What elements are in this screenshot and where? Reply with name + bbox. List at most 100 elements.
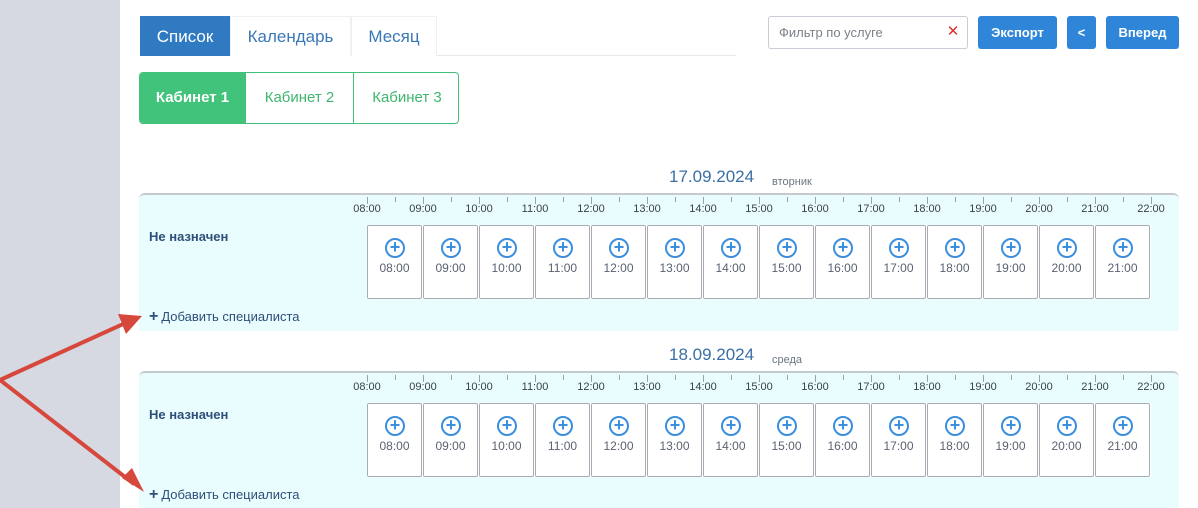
ruler-tick	[619, 375, 620, 380]
time-slot[interactable]: +12:00	[591, 225, 646, 299]
time-slot[interactable]: +14:00	[703, 225, 758, 299]
ruler-hour-label: 12:00	[577, 381, 605, 393]
time-slot[interactable]: +19:00	[983, 403, 1038, 477]
slot-time: 11:00	[547, 439, 578, 453]
service-filter-input[interactable]	[769, 17, 945, 48]
add-specialist-button[interactable]: + Добавить специалиста	[149, 486, 300, 504]
slot-time: 10:00	[491, 439, 522, 453]
slots-row: +08:00 +09:00 +10:00 +11:00 +12:00 +13:00 +14:…	[367, 225, 1151, 299]
ruler-hour-label: 08:00	[353, 381, 381, 393]
slot-time: 17:00	[883, 261, 914, 275]
plus-circle-icon: +	[553, 238, 573, 258]
slot-time: 21:00	[1107, 439, 1138, 453]
time-slot[interactable]: +16:00	[815, 225, 870, 299]
plus-circle-icon: +	[1001, 238, 1021, 258]
slot-time: 13:00	[659, 439, 690, 453]
tab-month[interactable]: Месяц	[351, 16, 437, 56]
time-slot[interactable]: +18:00	[927, 403, 982, 477]
slot-time: 16:00	[827, 261, 858, 275]
plus-circle-icon: +	[1113, 416, 1133, 436]
time-slot[interactable]: +17:00	[871, 225, 926, 299]
ruler-hour-label: 18:00	[913, 203, 941, 215]
time-slot[interactable]: +15:00	[759, 225, 814, 299]
next-button[interactable]: Вперед	[1106, 16, 1179, 49]
time-slot[interactable]: +18:00	[927, 225, 982, 299]
ruler-hour-label: 09:00	[409, 381, 437, 393]
plus-circle-icon: +	[609, 238, 629, 258]
export-button[interactable]: Экспорт	[978, 16, 1057, 49]
slot-time: 18:00	[939, 261, 970, 275]
time-slot[interactable]: +21:00	[1095, 403, 1150, 477]
ruler-tick	[451, 375, 452, 380]
plus-circle-icon: +	[721, 238, 741, 258]
time-slot[interactable]: +10:00	[479, 403, 534, 477]
tab-cabinet-2[interactable]: Кабинет 2	[246, 73, 354, 123]
time-ruler: 08:00 09:00 10:00 11:00 12:00 13:00 14:00 15:00…	[139, 373, 1179, 397]
time-slot[interactable]: +20:00	[1039, 403, 1094, 477]
ruler-tick	[731, 197, 732, 202]
tab-cabinet-3[interactable]: Кабинет 3	[354, 73, 458, 123]
time-slot[interactable]: +16:00	[815, 403, 870, 477]
day-weekday: среда	[772, 354, 803, 366]
day-panel: 08:00 09:00 10:00 11:00 12:00 13:00 14:00 15:00…	[139, 371, 1179, 508]
slot-time: 17:00	[883, 439, 914, 453]
ruler-tick	[1067, 197, 1068, 202]
ruler-tick	[787, 197, 788, 202]
time-slot[interactable]: +08:00	[367, 225, 422, 299]
time-slot[interactable]: +20:00	[1039, 225, 1094, 299]
ruler-tick	[1067, 375, 1068, 380]
time-ruler: 08:00 09:00 10:00 11:00 12:00 13:00 14:00 15:00…	[139, 195, 1179, 219]
ruler-hour-label: 16:00	[801, 203, 829, 215]
slot-time: 13:00	[659, 261, 690, 275]
ruler-tick	[563, 197, 564, 202]
ruler-tick	[1011, 375, 1012, 380]
plus-circle-icon: +	[721, 416, 741, 436]
plus-circle-icon: +	[777, 416, 797, 436]
time-slot[interactable]: +09:00	[423, 225, 478, 299]
cabinet-tabs: Кабинет 1 Кабинет 2 Кабинет 3	[139, 72, 459, 124]
plus-circle-icon: +	[1057, 416, 1077, 436]
prev-button[interactable]: <	[1067, 16, 1096, 49]
ruler-hour-label: 14:00	[689, 203, 717, 215]
slot-time: 09:00	[435, 261, 466, 275]
time-slot[interactable]: +17:00	[871, 403, 926, 477]
tab-list[interactable]: Список	[140, 16, 230, 56]
add-specialist-button[interactable]: + Добавить специалиста	[149, 308, 300, 326]
ruler-tick	[843, 375, 844, 380]
time-slot[interactable]: +12:00	[591, 403, 646, 477]
ruler-hour-label: 22:00	[1137, 203, 1165, 215]
plus-circle-icon: +	[777, 238, 797, 258]
ruler-hour-label: 16:00	[801, 381, 829, 393]
schedule-page: Список Календарь Месяц ✕ Экспорт < Впере…	[0, 0, 1198, 508]
time-slot[interactable]: +11:00	[535, 403, 590, 477]
time-slot[interactable]: +11:00	[535, 225, 590, 299]
ruler-hour-label: 17:00	[857, 381, 885, 393]
plus-icon: +	[149, 486, 159, 503]
time-slot[interactable]: +08:00	[367, 403, 422, 477]
ruler-hour-label: 20:00	[1025, 381, 1053, 393]
time-slot[interactable]: +13:00	[647, 225, 702, 299]
slot-time: 11:00	[547, 261, 578, 275]
plus-circle-icon: +	[1001, 416, 1021, 436]
time-slot[interactable]: +14:00	[703, 403, 758, 477]
time-slot[interactable]: +10:00	[479, 225, 534, 299]
plus-circle-icon: +	[889, 416, 909, 436]
ruler-hour-label: 18:00	[913, 381, 941, 393]
time-slot[interactable]: +09:00	[423, 403, 478, 477]
slot-time: 15:00	[771, 439, 802, 453]
close-icon[interactable]: ✕	[945, 23, 961, 41]
plus-circle-icon: +	[385, 238, 405, 258]
plus-circle-icon: +	[609, 416, 629, 436]
plus-circle-icon: +	[1057, 238, 1077, 258]
left-gutter	[0, 0, 120, 508]
tab-calendar[interactable]: Календарь	[230, 16, 351, 56]
time-slot[interactable]: +15:00	[759, 403, 814, 477]
slots-row: +08:00 +09:00 +10:00 +11:00 +12:00 +13:00 +14:…	[367, 403, 1151, 477]
ruler-tick	[1011, 197, 1012, 202]
time-slot[interactable]: +21:00	[1095, 225, 1150, 299]
time-slot[interactable]: +19:00	[983, 225, 1038, 299]
view-tabs: Список Календарь Месяц	[140, 16, 736, 56]
ruler-hour-label: 09:00	[409, 203, 437, 215]
tab-cabinet-1[interactable]: Кабинет 1	[140, 73, 246, 123]
time-slot[interactable]: +13:00	[647, 403, 702, 477]
